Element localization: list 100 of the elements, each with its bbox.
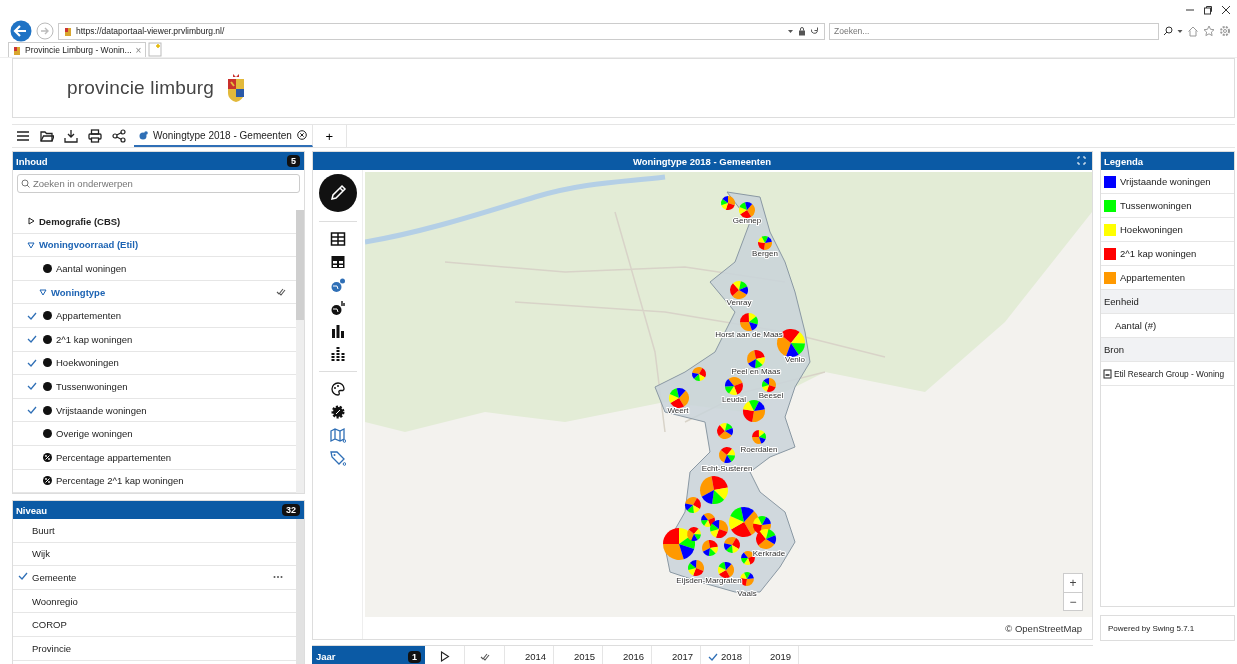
print-icon[interactable] — [88, 129, 102, 143]
pie-chart-marker[interactable] — [741, 551, 755, 565]
download-icon[interactable] — [64, 129, 78, 143]
share-icon[interactable] — [112, 129, 126, 143]
bar-chart-icon[interactable] — [329, 323, 346, 339]
gear-icon[interactable] — [329, 404, 346, 420]
pie-chart-marker[interactable] — [729, 507, 759, 537]
pie-chart-marker[interactable] — [717, 561, 735, 578]
pie-chart-marker[interactable] — [725, 377, 743, 395]
pie-chart-marker[interactable] — [740, 572, 754, 586]
refresh-icon[interactable] — [810, 26, 819, 36]
pie-chart-marker[interactable] — [730, 281, 748, 299]
settings-icon[interactable] — [1219, 25, 1231, 37]
check-icon — [707, 652, 718, 661]
source-link[interactable]: Etil Research Group - Woning — [1114, 368, 1225, 379]
pie-chart-marker[interactable] — [756, 529, 776, 549]
pie-chart-marker[interactable] — [700, 476, 728, 504]
tree-layer-item[interactable]: 2^1 kap woningen — [13, 327, 296, 352]
map-label: Venray — [726, 298, 752, 307]
tree-layer-item[interactable]: Aantal woningen — [13, 257, 296, 281]
pie-chart-marker[interactable] — [702, 540, 718, 556]
tree-layer-item[interactable]: Overige woningen — [13, 422, 296, 446]
pie-chart-marker[interactable] — [687, 527, 701, 542]
map-icon[interactable] — [329, 427, 346, 443]
pie-chart-marker[interactable] — [663, 528, 695, 560]
level-item[interactable]: Provincie — [13, 636, 296, 661]
count-badge: 1 — [408, 650, 421, 663]
home-icon[interactable] — [1187, 25, 1199, 37]
check-all-icon[interactable] — [479, 651, 490, 662]
level-item[interactable]: Wijk — [13, 542, 296, 567]
close-icon[interactable] — [296, 130, 307, 140]
tree-group-item[interactable]: Woningtype — [13, 280, 296, 305]
pie-chart-marker[interactable] — [710, 520, 729, 539]
more-icon[interactable] — [273, 575, 283, 580]
pie-chart-marker[interactable] — [720, 196, 736, 211]
pie-chart-marker[interactable] — [688, 560, 705, 577]
dot-icon — [43, 311, 52, 321]
tree-layer-item[interactable]: Percentage 2^1 kap woningen — [13, 469, 296, 493]
table-icon[interactable] — [329, 254, 346, 270]
play-icon[interactable] — [439, 651, 450, 662]
level-item[interactable]: Woonregio — [13, 589, 296, 614]
pie-chart-marker[interactable] — [747, 350, 765, 368]
search-field[interactable]: Zoeken... — [829, 22, 1159, 40]
tree-layer-item[interactable]: Percentage appartementen — [13, 445, 296, 470]
table-icon[interactable] — [329, 231, 346, 247]
menu-icon[interactable] — [16, 129, 30, 143]
level-item[interactable]: Buurt — [13, 519, 296, 543]
palette-icon[interactable] — [329, 381, 346, 397]
level-item[interactable]: Gemeente — [13, 566, 296, 590]
pie-chart-marker[interactable] — [685, 497, 701, 514]
check-icon — [27, 358, 37, 367]
pie-chart-marker[interactable] — [752, 430, 766, 444]
dot-icon — [43, 429, 52, 439]
pie-chart-marker[interactable] — [692, 367, 706, 381]
check-all-icon[interactable] — [276, 287, 286, 298]
topic-search-field[interactable]: Zoeken in onderwerpen — [17, 174, 300, 193]
pie-chart-marker[interactable] — [758, 236, 772, 250]
search-icon[interactable] — [1163, 26, 1173, 36]
map-label: Weert — [667, 406, 689, 415]
legend-label: Tussenwoningen — [1120, 200, 1192, 211]
pie-chart-marker[interactable] — [669, 388, 689, 408]
level-item[interactable]: COROP — [13, 613, 296, 637]
scrollbar[interactable] — [296, 210, 304, 493]
tree-layer-item[interactable]: Tussenwoningen — [13, 375, 296, 399]
pie-chart-marker[interactable] — [739, 201, 755, 218]
tree-layer-item[interactable]: Hoekwoningen — [13, 351, 296, 376]
browser-tab[interactable]: Provincie Limburg - Wonin... × — [8, 42, 147, 57]
pie-chart-marker[interactable] — [742, 400, 766, 423]
pie-chart-marker[interactable] — [724, 537, 740, 554]
document-icon — [1103, 368, 1112, 379]
pie-chart-marker[interactable] — [740, 313, 758, 331]
legend-label: Hoekwoningen — [1120, 224, 1183, 235]
stacked-bar-chart-icon[interactable] — [329, 346, 346, 362]
star-icon[interactable] — [1203, 25, 1215, 37]
tree-layer-item[interactable]: Vrijstaande woningen — [13, 398, 296, 423]
pie-chart-marker[interactable] — [701, 513, 716, 527]
map-tab[interactable]: Woningtype 2018 - Gemeenten — [134, 125, 313, 147]
tree-group-item[interactable]: Demografie (CBS) — [13, 210, 296, 234]
edit-button[interactable] — [318, 174, 357, 212]
dot-icon — [43, 358, 52, 368]
add-tab-button[interactable]: + — [312, 125, 347, 147]
triangle-icon — [27, 240, 35, 249]
globe-icon[interactable] — [329, 300, 346, 316]
tab-close-button[interactable]: × — [135, 44, 142, 56]
pie-chart-marker[interactable] — [717, 423, 733, 439]
tree-layer-item[interactable]: Appartementen — [13, 304, 296, 328]
map-label: Kerkrade — [752, 549, 786, 558]
address-bar[interactable]: https://dataportaal-viewer.prvlimburg.nl/ — [58, 22, 825, 40]
scrollbar[interactable] — [296, 519, 304, 664]
tag-icon[interactable] — [329, 450, 346, 466]
powered-by-text: Powered by Swing 5.7.1 — [1108, 623, 1195, 633]
legend-label: Vrijstaande woningen — [1120, 176, 1211, 187]
pie-chart-marker[interactable] — [719, 446, 735, 463]
pie-chart-marker[interactable] — [762, 378, 776, 392]
fullscreen-icon[interactable] — [1077, 156, 1086, 165]
count-badge: 5 — [287, 155, 300, 167]
close-icon — [1221, 5, 1231, 15]
folder-icon[interactable] — [40, 129, 54, 143]
tree-group-item[interactable]: Woningvoorraad (Etil) — [13, 233, 296, 258]
map-label: Peel en Maas — [731, 367, 781, 376]
